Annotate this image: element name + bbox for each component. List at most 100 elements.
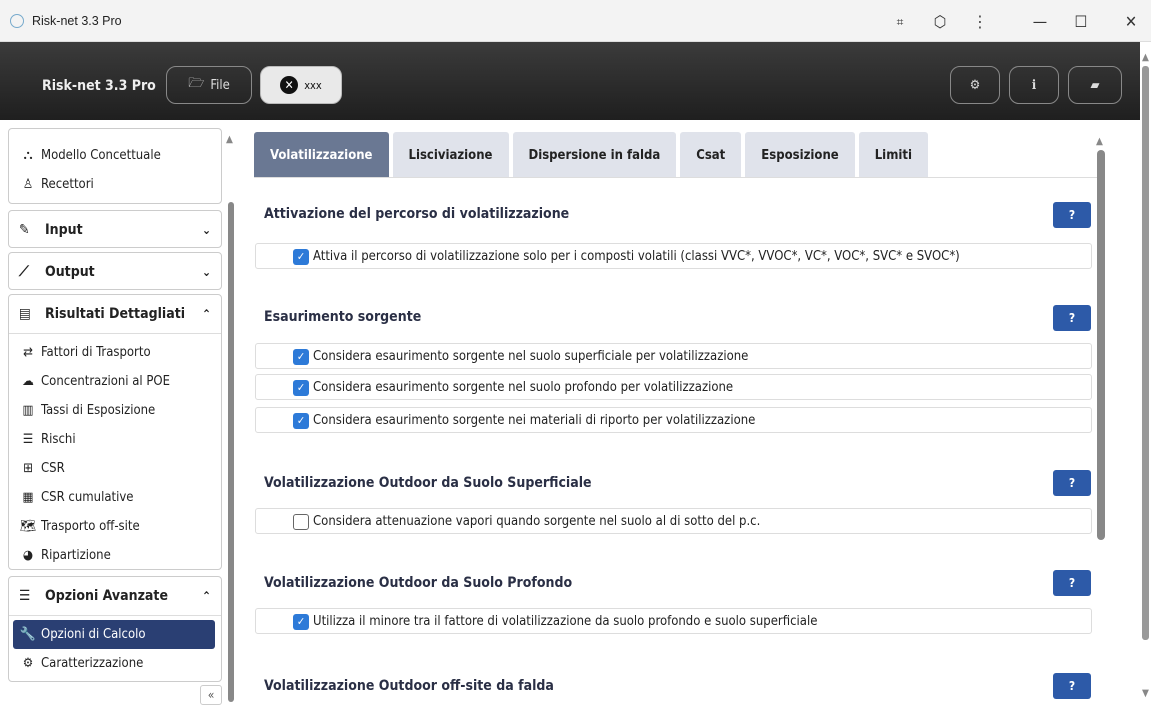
option-row[interactable]: Considera attenuazione vapori quando sor… <box>255 508 1092 534</box>
exchange-icon: ⇄ <box>23 345 33 360</box>
info-icon: ℹ <box>1031 77 1037 93</box>
translate-icon[interactable]: ⌗ <box>885 10 915 34</box>
results-panel: ▤ Risultati Dettagliati ⌃ ⇄ Fattori di Tras… <box>8 294 222 570</box>
option-row[interactable]: ✓ Considera esaurimento sorgente nel suol… <box>255 343 1092 369</box>
main-scrollbar[interactable] <box>1097 150 1105 540</box>
chevron-down-icon: ⌄ <box>201 223 211 237</box>
checkbox-checked[interactable]: ✓ <box>293 349 309 365</box>
help-button[interactable]: ? <box>1053 570 1091 596</box>
help-button[interactable]: ? <box>1053 305 1091 331</box>
section-title: Esaurimento sorgente <box>264 309 422 325</box>
menu-icon[interactable]: ⋮ <box>965 10 995 34</box>
bar-chart-icon: ▥ <box>22 403 34 418</box>
sidebar-item-recettori[interactable]: ♙ Recettori <box>9 170 221 199</box>
folder-icon: 🗁 <box>188 76 205 91</box>
top-panel: ⛬ Modello Concettuale ♙ Recettori <box>8 128 222 204</box>
tab-lisciviazione[interactable]: Lisciviazione <box>392 132 509 178</box>
advanced-header[interactable]: ☰ Opzioni Avanzate ⌃ <box>9 577 221 615</box>
window-scroll-down-icon[interactable]: ▼ <box>1142 688 1149 699</box>
person-icon: ♙ <box>22 177 34 192</box>
chevron-up-icon: ⌃ <box>201 589 211 603</box>
tab-volatilizzazione[interactable]: Volatilizzazione <box>254 132 389 178</box>
file-button[interactable]: 🗁 File <box>166 66 252 104</box>
cloud-icon: ☁ <box>22 374 34 389</box>
section-title: Attivazione del percorso di volatilizzaz… <box>264 206 570 222</box>
chevron-down-icon: ⌄ <box>201 265 211 279</box>
scroll-up-icon[interactable]: ▲ <box>1096 136 1103 147</box>
close-project-icon[interactable]: ✕ <box>280 76 299 94</box>
edit-icon: ✎ <box>19 222 30 238</box>
sidebar-item-caratterizzazione[interactable]: ⚙ Caratterizzazione <box>9 649 221 678</box>
book-icon: ▰ <box>1090 77 1100 93</box>
window-scrollbar[interactable] <box>1142 66 1149 640</box>
output-panel[interactable]: ⟋ Output ⌄ <box>8 252 222 290</box>
brand-title: Risk-net 3.3 Pro <box>42 78 156 94</box>
list-icon: ☰ <box>22 432 34 447</box>
results-header[interactable]: ▤ Risultati Dettagliati ⌃ <box>9 295 221 333</box>
window-title: Risk-net 3.3 Pro <box>32 14 122 28</box>
sidebar-item-tassi[interactable]: ▥ Tassi di Esposizione <box>9 396 221 425</box>
section-title: Volatilizzazione Outdoor da Suolo Profon… <box>264 575 573 591</box>
checkbox-checked[interactable]: ✓ <box>293 413 309 429</box>
help-button[interactable]: ? <box>1053 470 1091 496</box>
help-button[interactable]: ? <box>1053 202 1091 228</box>
table-icon: ⊞ <box>23 461 33 476</box>
sidebar-item-trasporto[interactable]: 🗺 Trasporto off-site <box>9 512 221 541</box>
file-label: File <box>210 77 230 93</box>
tab-limiti[interactable]: Limiti <box>858 132 928 178</box>
pie-chart-icon: ◕ <box>22 548 34 563</box>
info-button[interactable]: ℹ <box>1009 66 1059 104</box>
option-row[interactable]: ✓ Considera esaurimento sorgente nei mate… <box>255 407 1092 433</box>
sidebar: ⛬ Modello Concettuale ♙ Recettori ✎ Input ⌄ … <box>0 120 236 705</box>
sitemap-icon: ⛬ <box>23 148 33 163</box>
sidebar-item-concentrazioni[interactable]: ☁ Concentrazioni al POE <box>9 367 221 396</box>
cogs-icon: ⚙ <box>22 656 34 671</box>
checkbox-checked[interactable]: ✓ <box>293 614 309 630</box>
sliders-icon: ☰ <box>19 588 31 604</box>
app-header: Risk-net 3.3 Pro 🗁 File ✕ xxx ⚙ ℹ ▰ <box>0 42 1140 120</box>
close-icon[interactable]: ✕ <box>1116 10 1146 34</box>
maximize-icon[interactable]: ☐ <box>1066 10 1096 34</box>
settings-button[interactable]: ⚙ <box>950 66 1000 104</box>
option-row[interactable]: ✓ Utilizza il minore tra il fattore di vo… <box>255 608 1092 634</box>
chart-line-icon: ⟋ <box>19 264 29 280</box>
project-tab[interactable]: ✕ xxx <box>260 66 342 104</box>
app-icon <box>10 14 24 28</box>
option-row[interactable]: ✓ Considera esaurimento sorgente nel suol… <box>255 374 1092 400</box>
sidebar-item-csr[interactable]: ⊞ CSR <box>9 454 221 483</box>
tab-bar: Volatilizzazione Lisciviazione Dispersio… <box>254 132 928 178</box>
checkbox-checked[interactable]: ✓ <box>293 249 309 265</box>
tab-dispersione[interactable]: Dispersione in falda <box>512 132 677 178</box>
advanced-panel: ☰ Opzioni Avanzate ⌃ 🔧 Opzioni di Calcolo ⚙… <box>8 576 222 682</box>
help-button[interactable]: ? <box>1053 673 1091 699</box>
extensions-icon[interactable]: ⬡ <box>925 10 955 34</box>
sidebar-item-ripartizione[interactable]: ◕ Ripartizione <box>9 541 221 570</box>
sidebar-item-rischi[interactable]: ☰ Rischi <box>9 425 221 454</box>
list-alt-icon: ▤ <box>19 306 31 322</box>
sidebar-item-modello[interactable]: ⛬ Modello Concettuale <box>9 141 221 170</box>
scroll-up-icon[interactable]: ▲ <box>226 134 233 145</box>
chevron-up-icon: ⌃ <box>201 307 211 321</box>
wrench-icon: 🔧 <box>19 627 37 642</box>
window-titlebar: Risk-net 3.3 Pro ⌗ ⬡ ⋮ — ☐ ✕ <box>0 0 1151 42</box>
checkbox-unchecked[interactable] <box>293 514 309 530</box>
collapse-sidebar-button[interactable]: « <box>200 685 222 705</box>
section-title: Volatilizzazione Outdoor off-site da fal… <box>264 678 554 694</box>
option-row[interactable]: ✓ Attiva il percorso di volatilizzazione … <box>255 243 1092 269</box>
main-content: Volatilizzazione Lisciviazione Dispersio… <box>240 120 1140 702</box>
sidebar-item-fattori[interactable]: ⇄ Fattori di Trasporto <box>9 338 221 367</box>
tab-esposizione[interactable]: Esposizione <box>745 132 855 178</box>
tab-divider <box>254 177 1099 178</box>
input-panel[interactable]: ✎ Input ⌄ <box>8 210 222 248</box>
minimize-icon[interactable]: — <box>1025 10 1055 34</box>
tab-csat[interactable]: Csat <box>680 132 742 178</box>
checkbox-checked[interactable]: ✓ <box>293 380 309 396</box>
sidebar-item-opzioni-calcolo[interactable]: 🔧 Opzioni di Calcolo <box>13 620 215 649</box>
project-label: xxx <box>304 78 322 92</box>
manual-button[interactable]: ▰ <box>1068 66 1122 104</box>
window-scroll-up-icon[interactable]: ▲ <box>1142 52 1149 63</box>
gear-icon: ⚙ <box>969 77 981 93</box>
sidebar-item-csr-cumulative[interactable]: ▦ CSR cumulative <box>9 483 221 512</box>
section-title: Volatilizzazione Outdoor da Suolo Superf… <box>264 475 592 491</box>
sidebar-scrollbar[interactable] <box>228 202 234 702</box>
